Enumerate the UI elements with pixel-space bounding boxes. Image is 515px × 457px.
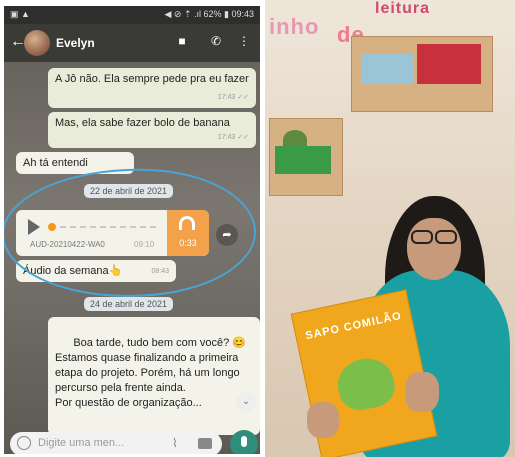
book-on-shelf	[361, 54, 413, 84]
message-bubble[interactable]: Mas, ela sabe fazer bolo de banana 17:43…	[48, 112, 256, 148]
banner-text-left: inho	[269, 14, 320, 39]
input-placeholder: Digite uma men...	[38, 437, 125, 449]
frog-illustration	[333, 353, 399, 415]
status-right: ◀ ⊘ ⇡ .ıl 62% ▮ 09:43	[164, 9, 255, 19]
message-text: Boa tarde, tudo bem com você? 😊 Estamos …	[55, 337, 247, 409]
video-call-icon[interactable]: ■	[174, 34, 190, 50]
status-bar: ▣ ▲ ◀ ⊘ ⇡ .ıl 62% ▮ 09:43	[4, 6, 260, 24]
more-vert-icon[interactable]: ⋮	[236, 34, 252, 50]
glasses	[405, 230, 463, 246]
paperclip-icon[interactable]: ⌇	[172, 436, 178, 450]
book-on-shelf	[275, 146, 331, 174]
collage: ▣ ▲ ◀ ⊘ ⇡ .ıl 62% ▮ 09:43 ← Evelyn ■ ✆ ⋮…	[0, 0, 515, 457]
avatar[interactable]	[24, 30, 50, 56]
message-text: Mas, ela sabe fazer bolo de banana	[55, 117, 230, 129]
message-input[interactable]: Digite uma men... ⌇	[10, 432, 222, 454]
message-text: A Jô não. Ela sempre pede pra eu fazer	[55, 73, 249, 85]
message-bubble[interactable]: A Jô não. Ela sempre pede pra eu fazer 1…	[48, 68, 256, 108]
book-on-shelf	[417, 44, 481, 84]
date-separator: 24 de abril de 2021	[84, 297, 174, 311]
hand	[307, 402, 339, 438]
teacher-photo: inho de leitura SAPO COMILÃO	[265, 0, 515, 457]
microphone-button[interactable]	[230, 430, 258, 454]
message-time: 17:43 ✓✓	[217, 134, 249, 141]
hand	[405, 372, 439, 412]
chat-header: ← Evelyn ■ ✆ ⋮	[4, 24, 260, 62]
contact-name[interactable]: Evelyn	[56, 36, 95, 50]
phone-icon[interactable]: ✆	[208, 34, 224, 50]
message-bubble[interactable]: Boa tarde, tudo bem com você? 😊 Estamos …	[48, 317, 260, 435]
camera-icon[interactable]	[198, 438, 212, 449]
whatsapp-screenshot: ▣ ▲ ◀ ⊘ ⇡ .ıl 62% ▮ 09:43 ← Evelyn ■ ✆ ⋮…	[4, 6, 260, 454]
divider	[261, 0, 264, 457]
microphone-icon	[241, 436, 247, 447]
person-face	[407, 218, 461, 280]
status-left: ▣ ▲	[10, 9, 30, 19]
banner-text-top: leitura	[375, 0, 431, 17]
emoji-icon[interactable]	[17, 436, 31, 450]
book-title: SAPO COMILÃO	[304, 310, 403, 343]
message-text: Ah tá entendi	[23, 157, 88, 169]
message-time: 17:43 ✓✓	[217, 94, 249, 101]
scroll-down-icon[interactable]: ⌄	[236, 392, 256, 412]
